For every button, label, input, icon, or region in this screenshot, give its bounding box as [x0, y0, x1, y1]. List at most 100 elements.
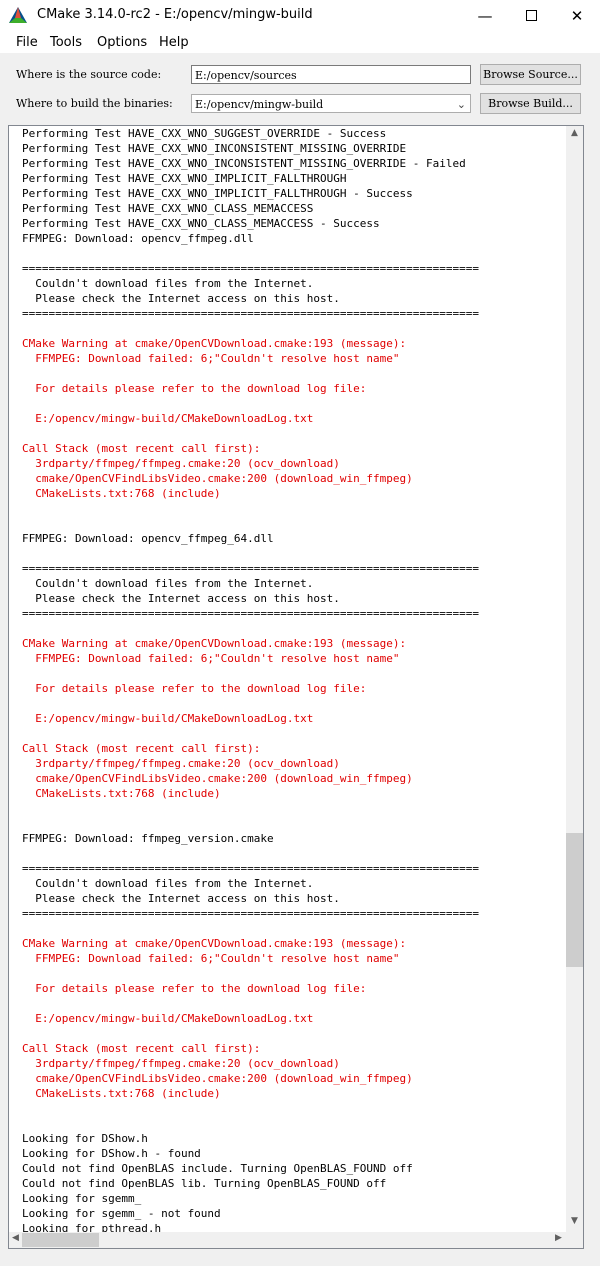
- browse-build-button[interactable]: Browse Build...: [480, 93, 581, 114]
- log-line: ========================================…: [22, 262, 479, 275]
- output-log-text: Performing Test HAVE_CXX_WNO_SUGGEST_OVE…: [22, 126, 479, 1236]
- close-icon: ✕: [570, 6, 584, 25]
- log-line: Call Stack (most recent call first):: [22, 442, 261, 455]
- log-line: Please check the Internet access on this…: [22, 892, 340, 905]
- log-line: 3rdparty/ffmpeg/ffmpeg.cmake:20 (ocv_dow…: [22, 757, 340, 770]
- log-line: Looking for DShow.h: [22, 1132, 148, 1145]
- log-line: FFMPEG: Download: opencv_ffmpeg_64.dll: [22, 532, 274, 545]
- log-line: FFMPEG: Download: ffmpeg_version.cmake: [22, 832, 274, 845]
- log-line: 3rdparty/ffmpeg/ffmpeg.cmake:20 (ocv_dow…: [22, 1057, 340, 1070]
- log-line: FFMPEG: Download failed: 6;"Couldn't res…: [22, 352, 400, 365]
- log-line: Performing Test HAVE_CXX_WNO_IMPLICIT_FA…: [22, 187, 413, 200]
- log-line: E:/opencv/mingw-build/CMakeDownloadLog.t…: [22, 1012, 314, 1025]
- minimize-button[interactable]: —: [462, 0, 508, 31]
- menu-bar: File Tools Options Help: [0, 31, 600, 53]
- log-line: Couldn't download files from the Interne…: [22, 577, 314, 590]
- log-line: For details please refer to the download…: [22, 982, 367, 995]
- log-line: Performing Test HAVE_CXX_WNO_CLASS_MEMAC…: [22, 202, 314, 215]
- log-line: FFMPEG: Download: opencv_ffmpeg.dll: [22, 232, 254, 245]
- browse-source-button[interactable]: Browse Source...: [480, 64, 581, 85]
- log-line: Looking for sgemm_ - not found: [22, 1207, 221, 1220]
- log-line: CMakeLists.txt:768 (include): [22, 787, 221, 800]
- title-bar[interactable]: CMake 3.14.0-rc2 - E:/opencv/mingw-build…: [0, 0, 600, 31]
- maximize-button[interactable]: [508, 0, 554, 31]
- cmake-logo-icon: [9, 7, 27, 23]
- scroll-down-icon[interactable]: ▼: [566, 1216, 583, 1231]
- log-line: Please check the Internet access on this…: [22, 592, 340, 605]
- log-line: CMakeLists.txt:768 (include): [22, 487, 221, 500]
- log-line: Looking for sgemm_: [22, 1192, 142, 1205]
- output-log[interactable]: Performing Test HAVE_CXX_WNO_SUGGEST_OVE…: [8, 125, 584, 1249]
- log-line: CMake Warning at cmake/OpenCVDownload.cm…: [22, 937, 407, 950]
- log-line: ========================================…: [22, 562, 479, 575]
- menu-options[interactable]: Options: [97, 35, 147, 50]
- log-line: ========================================…: [22, 862, 479, 875]
- log-line: FFMPEG: Download failed: 6;"Couldn't res…: [22, 652, 400, 665]
- log-line: CMake Warning at cmake/OpenCVDownload.cm…: [22, 637, 407, 650]
- log-line: cmake/OpenCVFindLibsVideo.cmake:200 (dow…: [22, 1072, 413, 1085]
- log-line: ========================================…: [22, 307, 479, 320]
- log-line: Call Stack (most recent call first):: [22, 742, 261, 755]
- build-label: Where to build the binaries:: [16, 97, 173, 110]
- maximize-icon: [525, 10, 537, 21]
- log-line: Couldn't download files from the Interne…: [22, 277, 314, 290]
- log-line: CMake Warning at cmake/OpenCVDownload.cm…: [22, 337, 407, 350]
- log-line: E:/opencv/mingw-build/CMakeDownloadLog.t…: [22, 412, 314, 425]
- log-line: Performing Test HAVE_CXX_WNO_SUGGEST_OVE…: [22, 127, 387, 140]
- scroll-up-icon[interactable]: ▲: [566, 128, 583, 143]
- log-line: For details please refer to the download…: [22, 382, 367, 395]
- scroll-corner: [566, 1232, 583, 1248]
- chevron-down-icon[interactable]: ⌄: [457, 95, 466, 114]
- log-line: Couldn't download files from the Interne…: [22, 877, 314, 890]
- log-line: Call Stack (most recent call first):: [22, 1042, 261, 1055]
- log-line: Performing Test HAVE_CXX_WNO_CLASS_MEMAC…: [22, 217, 380, 230]
- log-line: CMakeLists.txt:768 (include): [22, 1087, 221, 1100]
- minimize-icon: —: [477, 6, 493, 25]
- vertical-scrollbar[interactable]: [566, 126, 583, 1232]
- log-line: Could not find OpenBLAS lib. Turning Ope…: [22, 1177, 387, 1190]
- log-line: E:/opencv/mingw-build/CMakeDownloadLog.t…: [22, 712, 314, 725]
- menu-help[interactable]: Help: [159, 35, 189, 50]
- source-path-value: E:/opencv/sources: [195, 69, 297, 82]
- log-line: FFMPEG: Download failed: 6;"Couldn't res…: [22, 952, 400, 965]
- source-path-input[interactable]: E:/opencv/sources: [191, 65, 471, 84]
- log-line: Performing Test HAVE_CXX_WNO_INCONSISTEN…: [22, 142, 407, 155]
- log-line: Performing Test HAVE_CXX_WNO_IMPLICIT_FA…: [22, 172, 347, 185]
- log-line: For details please refer to the download…: [22, 682, 367, 695]
- close-button[interactable]: ✕: [554, 0, 600, 31]
- log-line: ========================================…: [22, 907, 479, 920]
- menu-file[interactable]: File: [16, 35, 38, 50]
- log-line: 3rdparty/ffmpeg/ffmpeg.cmake:20 (ocv_dow…: [22, 457, 340, 470]
- scroll-left-icon[interactable]: ◀: [9, 1233, 22, 1248]
- build-path-combobox[interactable]: E:/opencv/mingw-build ⌄: [191, 94, 471, 113]
- log-line: Could not find OpenBLAS include. Turning…: [22, 1162, 413, 1175]
- log-line: cmake/OpenCVFindLibsVideo.cmake:200 (dow…: [22, 772, 413, 785]
- menu-tools[interactable]: Tools: [50, 35, 82, 50]
- vertical-scroll-thumb[interactable]: [566, 833, 583, 967]
- build-path-value: E:/opencv/mingw-build: [195, 98, 324, 111]
- log-line: cmake/OpenCVFindLibsVideo.cmake:200 (dow…: [22, 472, 413, 485]
- scroll-right-icon[interactable]: ▶: [552, 1233, 565, 1248]
- horizontal-scroll-thumb[interactable]: [22, 1233, 99, 1247]
- source-label: Where is the source code:: [16, 68, 162, 81]
- log-line: ========================================…: [22, 607, 479, 620]
